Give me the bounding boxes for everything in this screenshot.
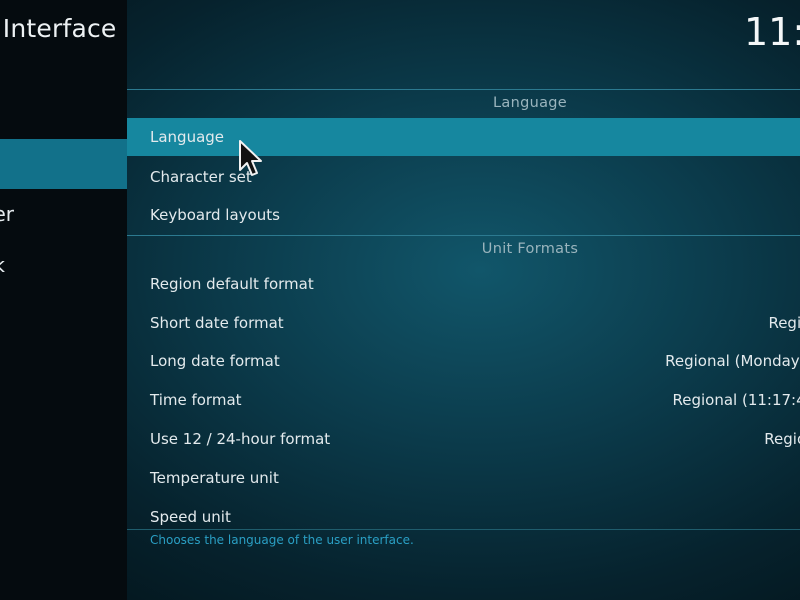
window-title: / Interface: [0, 14, 117, 43]
section-header-language: Language: [493, 95, 567, 111]
setting-label: Time format: [150, 391, 242, 409]
setting-keyboard-layouts[interactable]: Keyboard layouts En: [127, 196, 800, 234]
clock: 11:: [744, 10, 800, 54]
sidebar-item-selected[interactable]: [0, 139, 127, 189]
setting-value: Regional (Monday, Au: [665, 352, 800, 370]
setting-label: Character set: [150, 168, 252, 186]
sidebar: / Interface er k: [0, 0, 127, 600]
section-header-unit-formats: Unit Formats: [481, 241, 579, 257]
setting-label: Short date format: [150, 314, 284, 332]
setting-label: Keyboard layouts: [150, 206, 280, 224]
setting-region-default-format[interactable]: Region default format: [127, 265, 800, 303]
sidebar-item[interactable]: k: [0, 240, 127, 290]
setting-value: Regiona: [768, 314, 800, 332]
footer-divider: [127, 529, 800, 530]
setting-character-set[interactable]: Character set: [127, 158, 800, 196]
setting-value: Regional (11:17:41 P: [672, 391, 800, 409]
setting-label: Long date format: [150, 352, 280, 370]
setting-value: Regional: [764, 430, 800, 448]
section-divider: [127, 235, 800, 236]
setting-label: Temperature unit: [150, 469, 279, 487]
section-divider: [127, 89, 800, 90]
setting-label: Language: [150, 128, 225, 146]
sidebar-item-label: k: [0, 240, 5, 290]
settings-list: Language Language Character set Keyboard…: [127, 88, 800, 558]
setting-long-date-format[interactable]: Long date format Regional (Monday, Au: [127, 342, 800, 380]
sidebar-item-label: er: [0, 202, 14, 226]
setting-value: En: [427, 196, 800, 234]
setting-label: Region default format: [150, 275, 314, 293]
sidebar-item[interactable]: er: [0, 189, 127, 239]
setting-value: I: [427, 498, 800, 536]
settings-screen: / Interface er k 11: Language Language C…: [0, 0, 800, 600]
setting-label: Speed unit: [150, 508, 231, 526]
setting-speed-unit[interactable]: Speed unit I: [127, 498, 800, 536]
setting-language[interactable]: Language: [127, 118, 800, 156]
setting-temperature-unit[interactable]: Temperature unit: [127, 459, 800, 497]
mouse-pointer-icon: [239, 140, 262, 176]
setting-short-date-format[interactable]: Short date format Regiona: [127, 304, 800, 342]
setting-label: Use 12 / 24-hour format: [150, 430, 331, 448]
setting-time-format[interactable]: Time format Regional (11:17:41 P: [127, 381, 800, 419]
setting-description: Chooses the language of the user interfa…: [150, 533, 414, 547]
setting-hour-format[interactable]: Use 12 / 24-hour format Regional: [127, 420, 800, 458]
